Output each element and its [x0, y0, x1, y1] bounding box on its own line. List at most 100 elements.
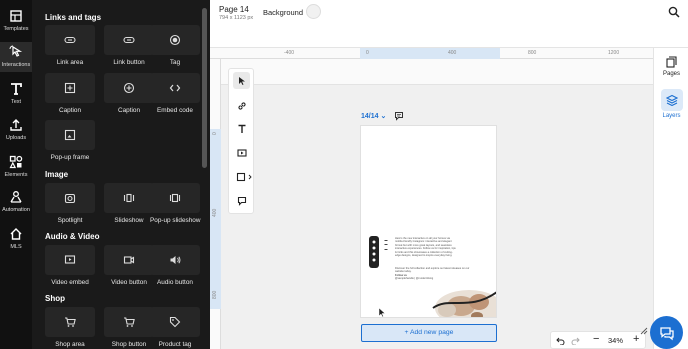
- social-icons-bar[interactable]: [369, 236, 379, 268]
- pages-panel-button[interactable]: Pages: [654, 56, 688, 77]
- undo-icon[interactable]: [556, 336, 565, 345]
- rail-item-mls[interactable]: MLS: [0, 227, 32, 250]
- page-body-text: Here's the new interactive on all your h…: [395, 237, 456, 258]
- rail-item-uploads[interactable]: Uploads: [0, 118, 32, 141]
- elements-icon: [9, 155, 23, 169]
- layers-icon: [665, 94, 678, 106]
- canvas-top-strip: [221, 59, 653, 85]
- ruler-tick: 400: [448, 50, 457, 56]
- tile-link-area[interactable]: Link area: [45, 25, 95, 66]
- tile-video-embed[interactable]: Video embed: [45, 245, 95, 286]
- tile-label: Audio button: [157, 279, 193, 286]
- page-title: Page 14: [219, 5, 249, 14]
- decorative-image: [432, 290, 496, 317]
- zoom-out-button[interactable]: −: [593, 333, 599, 345]
- zoom-level: 34%: [608, 336, 624, 345]
- panel-scrollbar[interactable]: [202, 8, 207, 168]
- tile-shop-area[interactable]: Shop area: [45, 307, 95, 348]
- tile-label: Pop-up slideshow: [150, 217, 201, 224]
- caption-plus-icon: [123, 82, 135, 94]
- comment-tool[interactable]: [233, 192, 250, 209]
- tile-video-button[interactable]: Video button: [104, 245, 154, 286]
- rail-item-text[interactable]: Text: [0, 82, 32, 105]
- tile-label: Tag: [169, 59, 181, 66]
- tile-tag[interactable]: Tag: [150, 25, 200, 66]
- rail-label: Automation: [2, 207, 30, 213]
- page-canvas[interactable]: ▬▬ ▬ Here's the new interactive on all y…: [360, 125, 497, 318]
- tile-popup-frame[interactable]: Pop-up frame: [45, 120, 95, 161]
- ruler-tick: -400: [284, 50, 295, 56]
- rail-item-automation[interactable]: Automation: [0, 190, 32, 213]
- tile-slideshow[interactable]: Slideshow: [104, 183, 154, 224]
- popup-frame-icon: [64, 129, 76, 141]
- tile-embed-code[interactable]: Embed code: [150, 73, 200, 114]
- tile-popup-slideshow[interactable]: Pop-up slideshow: [150, 183, 200, 224]
- page-follow-body: Discover the full collection and explore…: [395, 267, 470, 274]
- video-camera-icon: [123, 256, 135, 264]
- tile-product-tag[interactable]: Product tag: [150, 307, 200, 348]
- layers-panel-button[interactable]: Layers: [654, 89, 688, 119]
- pages-label: Pages: [662, 71, 680, 77]
- automation-icon: [10, 191, 22, 203]
- tile-label: Pop-up frame: [50, 154, 90, 161]
- spotlight-icon: [64, 193, 76, 204]
- upload-icon: [10, 119, 22, 131]
- tile-label: Caption: [58, 107, 82, 114]
- link-button-icon: [123, 36, 135, 44]
- tile-shop-button[interactable]: Shop button: [104, 307, 154, 348]
- redo-icon[interactable]: [571, 336, 580, 345]
- layers-label: Layers: [662, 113, 681, 119]
- chevron-down-icon: ⌄: [380, 113, 387, 120]
- link-icon: [237, 101, 246, 110]
- text-icon: [238, 124, 245, 133]
- add-new-page-button[interactable]: + Add new page: [361, 324, 497, 342]
- expand-corner-icon[interactable]: [640, 327, 648, 335]
- tools-toolbar: [228, 68, 254, 214]
- rail-item-interactions[interactable]: Interactions: [0, 42, 32, 72]
- tile-audio-button[interactable]: Audio button: [150, 245, 200, 286]
- tile-caption[interactable]: Caption: [45, 73, 95, 114]
- price-tag-icon: [169, 316, 181, 328]
- chat-support-button[interactable]: [650, 316, 683, 349]
- rail-label: Text: [10, 99, 22, 105]
- link-tool[interactable]: [233, 97, 250, 114]
- code-icon: [169, 84, 181, 92]
- tile-label: Slideshow: [114, 217, 144, 224]
- page-nav-dropdown[interactable]: 14/14 ⌄: [361, 112, 386, 120]
- select-tool[interactable]: [233, 72, 250, 89]
- background-label: Background: [263, 8, 304, 17]
- ruler-tick: 0: [366, 50, 369, 56]
- rail-item-templates[interactable]: Templates: [0, 9, 32, 32]
- pages-icon: [666, 56, 677, 68]
- rail-item-elements[interactable]: Elements: [0, 155, 32, 178]
- rail-label: Templates: [3, 26, 29, 32]
- rail-label: Interactions: [1, 62, 31, 68]
- search-icon[interactable]: [668, 6, 680, 18]
- video-icon: [236, 148, 247, 157]
- page-comment-icon[interactable]: [394, 111, 404, 121]
- shape-tool[interactable]: [233, 168, 255, 185]
- video-embed-icon: [64, 255, 76, 264]
- ruler-highlight: [210, 129, 221, 309]
- tile-label: Link button: [113, 59, 145, 66]
- rectangle-icon: [236, 172, 245, 181]
- ruler-tick: 0: [212, 132, 218, 135]
- tile-label: Caption: [117, 107, 141, 114]
- media-tool[interactable]: [233, 144, 250, 161]
- chat-icon: [659, 326, 674, 340]
- left-rail: Templates Interactions Text Uploads Elem…: [0, 0, 32, 349]
- tile-link-button[interactable]: Link button: [104, 25, 154, 66]
- zoom-in-button[interactable]: +: [633, 333, 639, 345]
- social-icons: [372, 240, 376, 262]
- right-panel: Pages Layers: [653, 48, 688, 349]
- tile-label: Embed code: [157, 107, 193, 114]
- vertical-brand-mark: ▬▬ ▬: [384, 238, 388, 251]
- mouse-cursor-icon: [378, 308, 386, 318]
- tile-caption-2[interactable]: Caption: [104, 73, 154, 114]
- background-color-swatch[interactable]: [306, 4, 321, 19]
- tile-spotlight[interactable]: Spotlight: [45, 183, 95, 224]
- tag-icon: [169, 34, 181, 46]
- ruler-tick: 800: [212, 290, 218, 299]
- text-tool[interactable]: [233, 120, 250, 137]
- ruler-highlight: [360, 48, 500, 59]
